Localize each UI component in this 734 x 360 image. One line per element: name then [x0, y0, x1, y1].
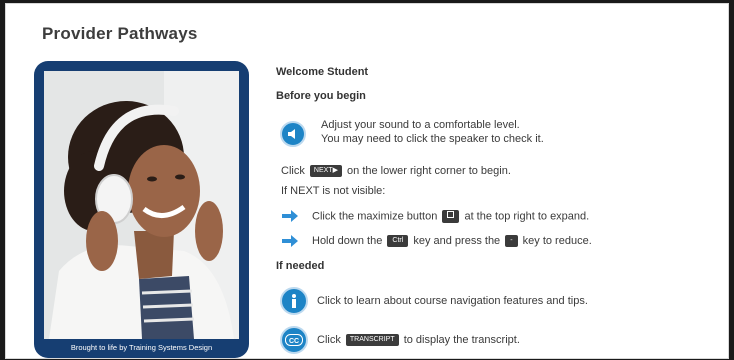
- next-instruction-prefix: Click: [281, 165, 305, 177]
- transcript-button-label: TRANSCRIPT: [349, 336, 395, 344]
- next-button[interactable]: NEXT▶: [309, 165, 342, 178]
- next-instruction: Click NEXT▶ on the lower right corner to…: [281, 165, 511, 178]
- hold-middle: key and press the: [413, 235, 501, 247]
- instructions-panel: Welcome Student Before you begin Adjust …: [276, 4, 716, 358]
- hold-prefix: Hold down the: [312, 235, 383, 247]
- maximize-prefix: Click the maximize button: [312, 210, 438, 223]
- transcript-prefix: Click: [317, 334, 341, 346]
- sound-instruction-line2: You may need to click the speaker to che…: [321, 133, 544, 145]
- if-next-text: If NEXT is not visible:: [281, 185, 386, 197]
- sound-instruction-line1: Adjust your sound to a comfortable level…: [321, 119, 520, 131]
- transcript-button[interactable]: TRANSCRIPT: [345, 334, 399, 347]
- info-text: Click to learn about course navigation f…: [317, 295, 588, 307]
- arrow-right-icon: [282, 235, 298, 247]
- page-title: Provider Pathways: [42, 24, 198, 43]
- maximize-suffix: at the top right to expand.: [464, 210, 590, 223]
- welcome-heading: Welcome Student: [276, 66, 369, 78]
- if-needed-heading: If needed: [276, 260, 325, 272]
- photo-card: Brought to life by Training Systems Desi…: [34, 61, 249, 358]
- arrow-right-icon: [282, 210, 298, 222]
- speaker-icon[interactable]: [280, 121, 306, 147]
- transcript-instruction: Click TRANSCRIPT to display the transcri…: [317, 334, 520, 347]
- next-instruction-suffix: on the lower right corner to begin.: [347, 165, 511, 177]
- course-window: Provider Pathways Brought to life by Tra…: [5, 3, 729, 359]
- student-with-headphones-illustration: [44, 71, 239, 339]
- svg-text:CC: CC: [289, 338, 299, 345]
- maximize-icon: [442, 210, 460, 223]
- transcript-suffix: to display the transcript.: [403, 334, 520, 346]
- cc-icon[interactable]: CC: [280, 326, 308, 354]
- hold-suffix: key to reduce.: [522, 235, 592, 247]
- minus-key: -: [505, 235, 518, 248]
- maximize-instruction: Click the maximize button at the top rig…: [312, 210, 589, 223]
- zoom-instruction: Hold down the Ctrl key and press the - k…: [312, 235, 592, 248]
- photo-caption: Brought to life by Training Systems Desi…: [70, 343, 213, 352]
- info-icon[interactable]: [280, 287, 308, 315]
- ctrl-key: Ctrl: [387, 235, 409, 248]
- student-photo: [44, 71, 239, 339]
- before-heading: Before you begin: [276, 90, 366, 102]
